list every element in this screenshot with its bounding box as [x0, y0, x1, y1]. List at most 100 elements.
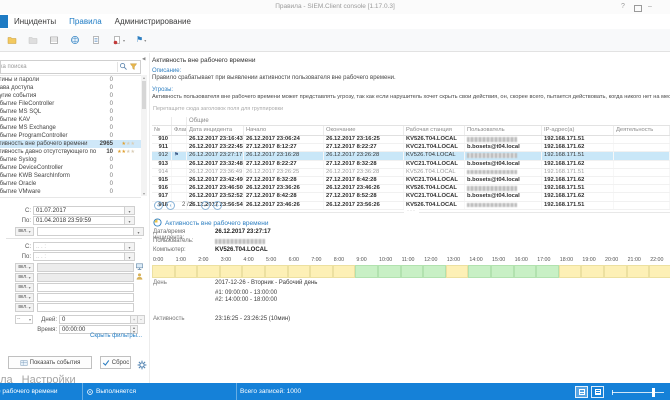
list-view-icon[interactable]: [49, 35, 59, 45]
condition-combo[interactable]: -- ▾: [15, 315, 33, 324]
user-icon[interactable]: [135, 272, 144, 283]
zoom-slider-thumb[interactable]: [652, 387, 655, 397]
include-toggle[interactable]: вкл. ▾: [15, 273, 34, 282]
splitter[interactable]: [149, 53, 150, 383]
calendar-dropdown-icon[interactable]: ▾: [125, 216, 135, 225]
column-header[interactable]: Пользователь: [465, 126, 542, 135]
days-field[interactable]: 0: [59, 315, 131, 324]
filter-field[interactable]: [37, 293, 134, 302]
splitter-handle-icon[interactable]: ···: [404, 208, 419, 214]
open-folder-icon[interactable]: [7, 35, 17, 45]
sidebar-collapse-icon[interactable]: ◀: [142, 56, 145, 62]
next-page-button[interactable]: ›: [200, 200, 210, 210]
rule-tree-item[interactable]: Активность вне рабочего времени 2965 ★★★: [0, 140, 141, 148]
file-tab[interactable]: [0, 15, 8, 28]
show-events-button[interactable]: Показать события: [8, 356, 92, 369]
rule-tree-item[interactable]: Событие KAV 0: [0, 116, 141, 124]
tab-administration[interactable]: Администрирование: [115, 17, 191, 26]
first-page-button[interactable]: «: [154, 200, 163, 210]
tab-rules[interactable]: Правила: [69, 17, 101, 26]
calendar-dropdown-icon[interactable]: ▾: [125, 252, 135, 261]
dropdown-icon[interactable]: ▾: [144, 38, 146, 43]
tab-incidents[interactable]: Инциденты: [14, 17, 56, 26]
column-header[interactable]: Окончание: [324, 126, 404, 135]
group-header[interactable]: Общие: [187, 117, 670, 125]
importance-stars-icon[interactable]: ★★★★: [117, 148, 135, 156]
export-document-icon[interactable]: ▾: [112, 35, 125, 45]
view-rows-button[interactable]: [591, 385, 604, 398]
rule-tree-item[interactable]: Событие Syslog 0: [0, 156, 141, 164]
filter-field[interactable]: [37, 283, 134, 292]
date-from-field[interactable]: 01.07.2017: [33, 206, 125, 215]
scroll-down-icon[interactable]: ▾: [141, 191, 147, 196]
column-header[interactable]: Деятельность: [614, 126, 670, 135]
filter-funnel-icon[interactable]: [129, 61, 140, 73]
scroll-thumb[interactable]: [142, 81, 146, 109]
filter-field[interactable]: [37, 303, 134, 312]
table-row[interactable]: 915 26.12.2017 23:42:49 27.12.2017 8:32:28…: [152, 176, 670, 186]
last-page-button[interactable]: »: [212, 200, 222, 210]
table-row[interactable]: 912 ⚑ 26.12.2017 23:27:17 26.12.2017 23:16:…: [152, 152, 670, 161]
report-document-icon[interactable]: [91, 35, 101, 45]
spin-down-icon[interactable]: −: [138, 315, 145, 324]
minimize-icon[interactable]: –: [648, 3, 652, 11]
rule-tree-item[interactable]: Событие VMware 0: [0, 188, 141, 196]
column-header[interactable]: №: [152, 126, 172, 135]
rule-tree-item[interactable]: Права доступа 0: [0, 84, 141, 92]
tree-scrollbar[interactable]: ▴ ▾: [141, 75, 147, 196]
bottom-tab-settings[interactable]: Настройки: [22, 374, 76, 383]
zoom-slider[interactable]: [612, 386, 664, 398]
table-row[interactable]: 913 26.12.2017 23:32:48 27.12.2017 8:22:27…: [152, 160, 670, 169]
column-header[interactable]: Рабочая станция: [404, 126, 465, 135]
hide-filters-link[interactable]: Скрыть фильтры...: [90, 333, 142, 339]
prev-page-button[interactable]: ‹: [166, 200, 175, 210]
table-row[interactable]: 914 26.12.2017 23:36:49 26.12.2017 23:26:2…: [152, 168, 670, 177]
maximize-icon[interactable]: [634, 5, 642, 12]
table-header-row[interactable]: № Флаг Дата инцидента Начало Окончание Рабоча…: [152, 126, 670, 136]
rule-tree-item[interactable]: Событие MS SQL 0: [0, 108, 141, 116]
rule-tree-item[interactable]: Событие FileController 0: [0, 100, 141, 108]
calendar-dropdown-icon[interactable]: ▾: [125, 242, 135, 251]
globe-icon[interactable]: [70, 35, 80, 45]
table-row[interactable]: 916 26.12.2017 23:46:50 26.12.2017 23:36:2…: [152, 185, 670, 194]
help-icon[interactable]: ?: [621, 3, 625, 11]
filter-field[interactable]: [37, 227, 134, 236]
rule-tree-item[interactable]: Событие ProgramController 0: [0, 132, 141, 140]
include-toggle[interactable]: вкл. ▾: [15, 227, 34, 236]
column-header[interactable]: Дата инцидента: [187, 126, 244, 135]
rule-tree-item[interactable]: Событие MS Exchange 0: [0, 124, 141, 132]
importance-stars-icon[interactable]: ★★★: [122, 140, 135, 148]
reset-button[interactable]: Сброс: [100, 356, 131, 369]
include-toggle[interactable]: вкл. ▾: [15, 283, 34, 292]
column-header[interactable]: Начало: [244, 126, 324, 135]
rule-tree-item[interactable]: Событие KWB SearchInform 0: [0, 172, 141, 180]
search-icon[interactable]: [118, 61, 129, 73]
column-header[interactable]: Флаг: [172, 126, 187, 135]
computer-filter-field[interactable]: [37, 263, 134, 272]
flag-menu-icon[interactable]: ⚑ ▾: [136, 35, 146, 45]
user-filter-field[interactable]: [37, 273, 134, 282]
dropdown-icon[interactable]: ▾: [134, 227, 144, 236]
rule-tree-item[interactable]: Событие DeviceController 0: [0, 164, 141, 172]
detail-rule-name[interactable]: Активность вне рабочего времени: [165, 220, 268, 227]
rule-tree-item[interactable]: Другие события 0: [0, 92, 141, 100]
rule-tree-item[interactable]: Логины и пароли 0: [0, 76, 141, 84]
date-to-field[interactable]: 01.04.2018 23:59:59: [33, 216, 125, 225]
dropdown-icon[interactable]: ▾: [123, 38, 125, 43]
bottom-tab-rules[interactable]: Правила: [0, 374, 13, 383]
scroll-up-icon[interactable]: ▴: [143, 75, 145, 80]
column-header[interactable]: IP-адрес(а): [542, 126, 614, 135]
include-toggle[interactable]: вкл. ▾: [15, 293, 34, 302]
table-row[interactable]: 917 26.12.2017 23:52:52 27.12.2017 8:42:28…: [152, 193, 670, 202]
table-row[interactable]: 911 26.12.2017 23:22:45 27.12.2017 8:12:27…: [152, 144, 670, 153]
spin-up-icon[interactable]: +: [131, 315, 138, 324]
search-input[interactable]: Строка поиска: [0, 60, 141, 74]
rule-tree-item[interactable]: Событие Oracle 0: [0, 180, 141, 188]
table-row[interactable]: 910 26.12.2017 23:16:43 26.12.2017 23:06:2…: [152, 136, 670, 145]
rule-tree-item[interactable]: Активность давно отсутствующего пользова…: [0, 148, 141, 156]
date-to-field-empty[interactable]: .. . :: [33, 252, 125, 261]
include-toggle[interactable]: вкл. ▾: [15, 303, 34, 312]
include-toggle[interactable]: вкл. ▾: [15, 263, 34, 272]
date-from-field-empty[interactable]: .. . :: [33, 242, 125, 251]
calendar-dropdown-icon[interactable]: ▾: [125, 206, 135, 215]
